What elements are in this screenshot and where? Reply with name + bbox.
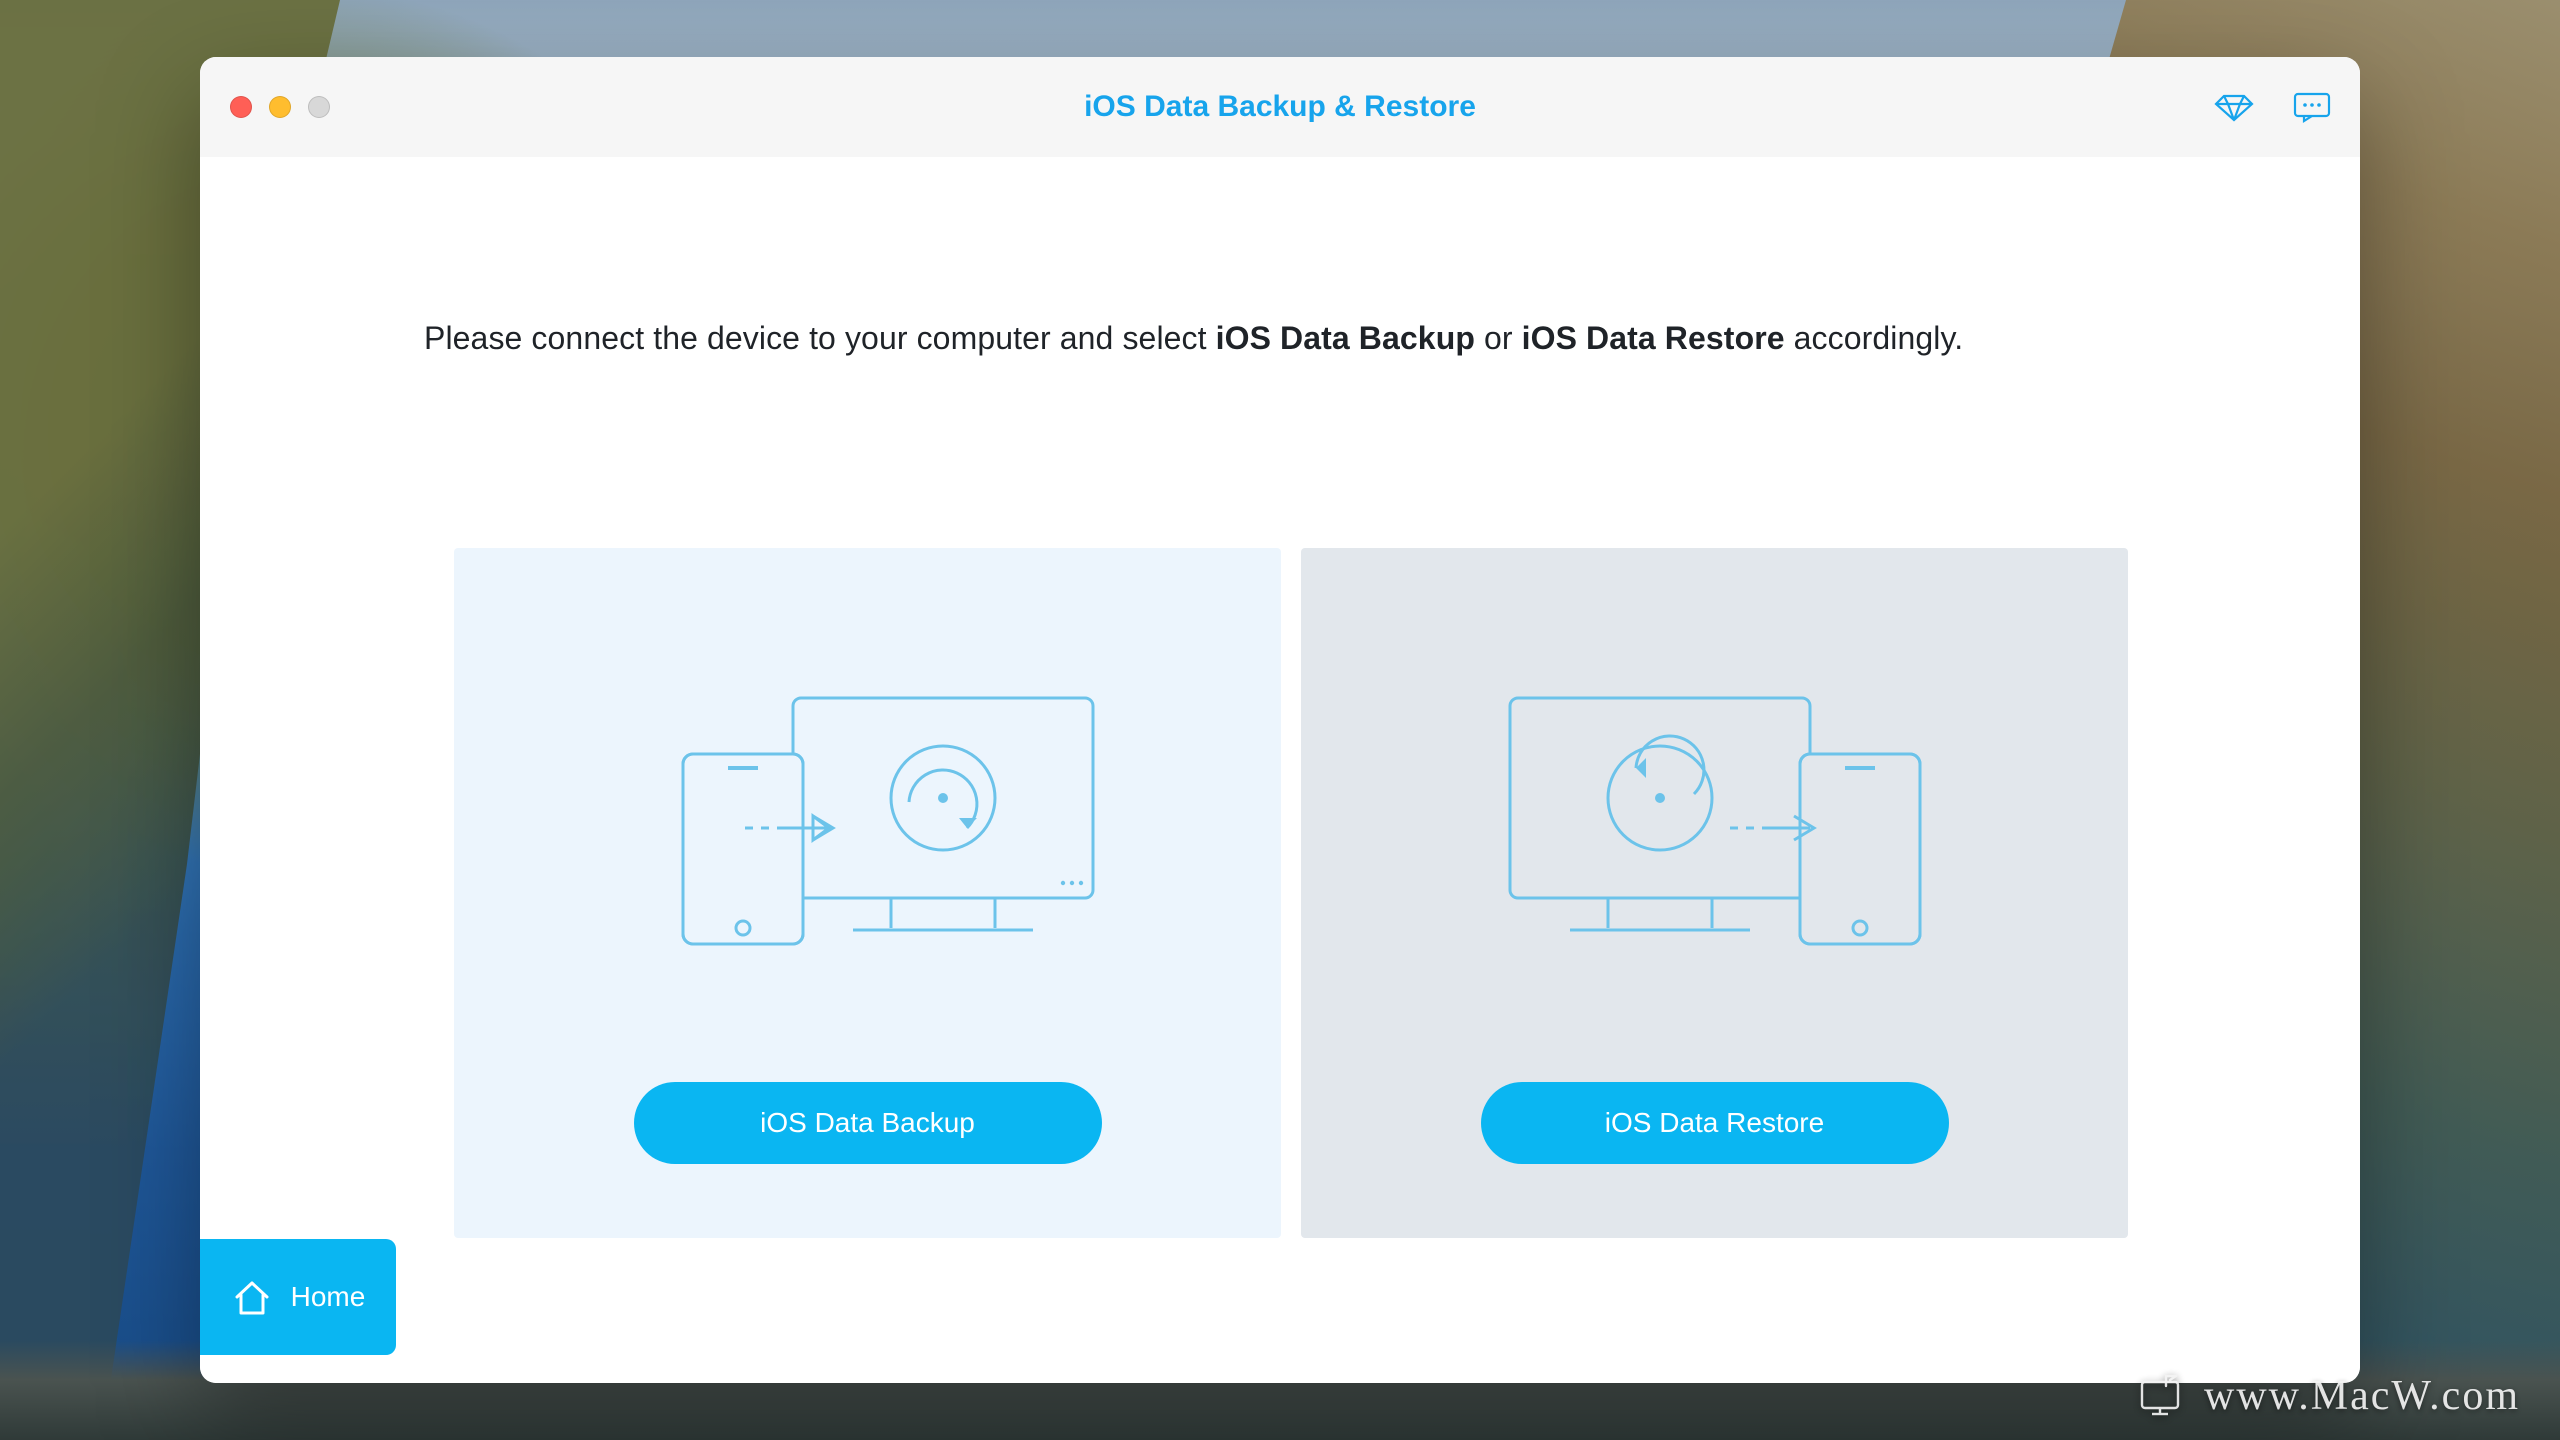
backup-card[interactable]: iOS Data Backup	[454, 548, 1281, 1238]
home-icon	[231, 1277, 273, 1317]
restore-card[interactable]: iOS Data Restore	[1301, 548, 2128, 1238]
minimize-window-button[interactable]	[269, 96, 291, 118]
ios-data-restore-button[interactable]: iOS Data Restore	[1481, 1082, 1949, 1164]
watermark: www.MacW.com	[2136, 1372, 2520, 1420]
window-title: iOS Data Backup & Restore	[1084, 90, 1476, 123]
close-window-button[interactable]	[230, 96, 252, 118]
titlebar: iOS Data Backup & Restore	[200, 57, 2360, 158]
diamond-icon[interactable]	[2214, 92, 2254, 122]
option-cards: iOS Data Backup	[454, 548, 2128, 1238]
instruction-text: Please connect the device to your comput…	[424, 320, 1963, 357]
backup-illustration	[633, 658, 1103, 958]
home-button[interactable]: Home	[200, 1239, 396, 1355]
instruction-bold-restore: iOS Data Restore	[1522, 320, 1785, 356]
titlebar-right-icons	[2214, 57, 2332, 157]
content-area: Please connect the device to your comput…	[200, 157, 2360, 1383]
window-controls	[230, 96, 330, 118]
home-label: Home	[291, 1281, 366, 1313]
restore-illustration	[1480, 658, 1950, 958]
feedback-icon[interactable]	[2292, 91, 2332, 123]
instruction-prefix: Please connect the device to your comput…	[424, 320, 1216, 356]
app-window: iOS Data Backup & Restore	[200, 57, 2360, 1383]
watermark-icon	[2136, 1372, 2188, 1420]
instruction-suffix: accordingly.	[1785, 320, 1964, 356]
window-title-wrap: iOS Data Backup & Restore	[200, 90, 2360, 124]
watermark-text: www.MacW.com	[2204, 1372, 2520, 1420]
maximize-window-button[interactable]	[308, 96, 330, 118]
instruction-bold-backup: iOS Data Backup	[1216, 320, 1475, 356]
instruction-mid: or	[1475, 320, 1522, 356]
ios-data-backup-button[interactable]: iOS Data Backup	[634, 1082, 1102, 1164]
